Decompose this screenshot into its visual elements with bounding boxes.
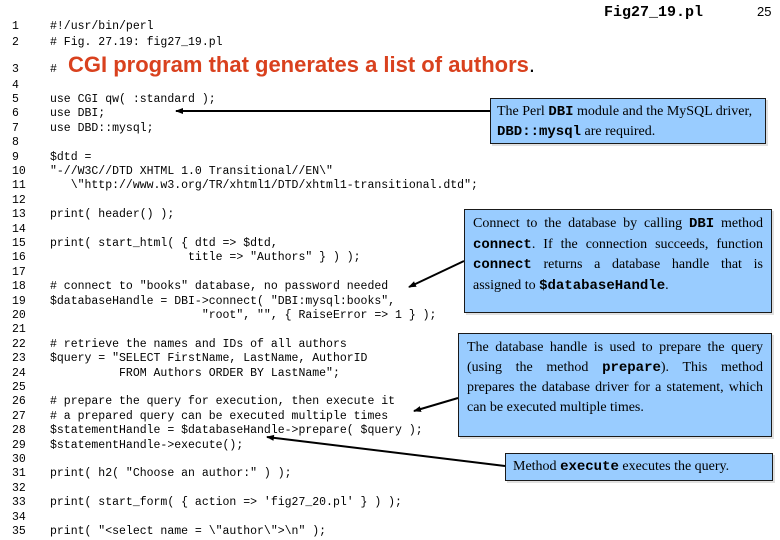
code-line: # a prepared query can be executed multi… xyxy=(50,409,389,423)
code-line: # Fig. 27.19: fig27_19.pl xyxy=(50,36,223,49)
line-number: 29 xyxy=(12,438,26,452)
line-number: 20 xyxy=(12,309,26,322)
code-term-dbi: DBI xyxy=(688,216,715,232)
code-term-connect: connect xyxy=(473,257,532,273)
code-term-connect: connect xyxy=(473,236,532,253)
code-line: $statementHandle->execute(); xyxy=(50,438,244,452)
code-line: $dtd = xyxy=(50,150,92,164)
arrow-execute xyxy=(266,434,506,467)
callout-text: module and the MySQL driver, xyxy=(573,104,753,119)
code-line: use DBD::mysql; xyxy=(50,121,154,135)
code-term-execute: execute xyxy=(560,459,619,475)
code-line: # prepare the query for execution, then … xyxy=(50,395,396,409)
line-number: 28 xyxy=(12,424,26,438)
line-number: 18 xyxy=(12,280,26,294)
code-line: #!/usr/bin/perl xyxy=(50,20,154,33)
line-number: 34 xyxy=(12,510,26,524)
arrow-prepare xyxy=(413,397,459,412)
line-number: 30 xyxy=(12,453,26,466)
arrow-connect xyxy=(408,260,465,288)
line-number: 9 xyxy=(12,150,19,164)
callout-text: . If the connection succeeds, function xyxy=(531,236,763,252)
line-number: 35 xyxy=(12,525,26,538)
code-term-database-handle: $databaseHandle xyxy=(539,277,666,294)
code-line: print( start_form( { action => 'fig27_20… xyxy=(50,496,402,510)
line-number: 2 xyxy=(12,36,19,49)
page-number: 25 xyxy=(757,4,772,19)
code-term-dbd-mysql: DBD::mysql xyxy=(497,124,582,140)
line-number: 16 xyxy=(12,251,26,265)
line-number: 8 xyxy=(12,136,19,150)
code-line: $statementHandle = $databaseHandle->prep… xyxy=(50,424,423,438)
code-line: FROM Authors ORDER BY LastName"; xyxy=(50,366,340,380)
line-number: 1 xyxy=(12,20,19,33)
line-number: 27 xyxy=(12,409,26,423)
line-number: 15 xyxy=(12,237,26,250)
code-line: print( header() ); xyxy=(50,208,175,222)
callout-text: method xyxy=(714,216,763,231)
code-line: # retrieve the names and IDs of all auth… xyxy=(50,337,347,351)
line-number: 21 xyxy=(12,323,26,337)
code-line: use DBI; xyxy=(50,107,106,121)
line-number: 10 xyxy=(12,165,26,178)
code-line: "-//W3C//DTD XHTML 1.0 Transitional//EN\… xyxy=(50,165,333,178)
code-line: \"http://www.w3.org/TR/xhtml1/DTD/xhtml1… xyxy=(50,179,478,193)
line-number: 19 xyxy=(12,294,26,308)
line-number: 14 xyxy=(12,222,26,236)
line-number: 12 xyxy=(12,193,26,207)
code-line: title => "Authors" } ) ); xyxy=(50,251,361,265)
line-number: 22 xyxy=(12,337,26,351)
slide-title: CGI program that generates a list of aut… xyxy=(68,52,535,78)
slide-title-text: CGI program that generates a list of aut… xyxy=(68,52,529,77)
line-number: 23 xyxy=(12,352,26,366)
code-line: "root", "", { RaiseError => 1 } ); xyxy=(50,309,437,322)
line-number: 24 xyxy=(12,366,26,380)
code-line: print( h2( "Choose an author:" ) ); xyxy=(50,467,292,481)
code-term-prepare: prepare xyxy=(602,359,661,376)
line-number: 7 xyxy=(12,121,19,135)
callout-text: are required. xyxy=(581,124,656,139)
code-line: use CGI qw( :standard ); xyxy=(50,93,216,106)
callout-prepare: The database handle is used to prepare t… xyxy=(458,333,772,437)
callout-text: . xyxy=(665,277,669,293)
line-number: 32 xyxy=(12,481,26,495)
code-line: print( "<select name = \"author\">\n" ); xyxy=(50,525,327,538)
line-number: 4 xyxy=(12,79,19,92)
line-number: 25 xyxy=(12,381,26,394)
line-number: 5 xyxy=(12,93,19,106)
callout-dbi-module: The Perl DBI module and the MySQL driver… xyxy=(490,98,766,144)
callout-connect: Connect to the database by calling DBI m… xyxy=(464,209,772,313)
line-number: 26 xyxy=(12,395,26,409)
line-number: 3 xyxy=(12,63,19,76)
callout-text: The Perl xyxy=(497,104,549,119)
title-comment-hash: # xyxy=(50,63,57,76)
file-name-label: Fig27_19.pl xyxy=(604,4,704,21)
callout-execute: Method execute executes the query. xyxy=(505,453,773,481)
code-line: $databaseHandle = DBI->connect( "DBI:mys… xyxy=(50,294,396,308)
line-number: 33 xyxy=(12,496,26,510)
callout-text: Connect to the database by calling xyxy=(473,216,689,231)
code-line: print( start_html( { dtd => $dtd, xyxy=(50,237,278,250)
slide-title-period: . xyxy=(528,52,535,77)
line-number: 31 xyxy=(12,467,26,481)
callout-text: Method xyxy=(513,459,561,474)
line-number: 13 xyxy=(12,208,26,222)
code-line: # connect to "books" database, no passwo… xyxy=(50,280,389,294)
line-number: 17 xyxy=(12,265,26,279)
code-line: $query = "SELECT FirstName, LastName, Au… xyxy=(50,352,368,366)
line-number: 6 xyxy=(12,107,19,121)
code-term-dbi: DBI xyxy=(548,104,574,120)
callout-text: executes the query. xyxy=(618,459,730,474)
line-number: 11 xyxy=(12,179,26,193)
